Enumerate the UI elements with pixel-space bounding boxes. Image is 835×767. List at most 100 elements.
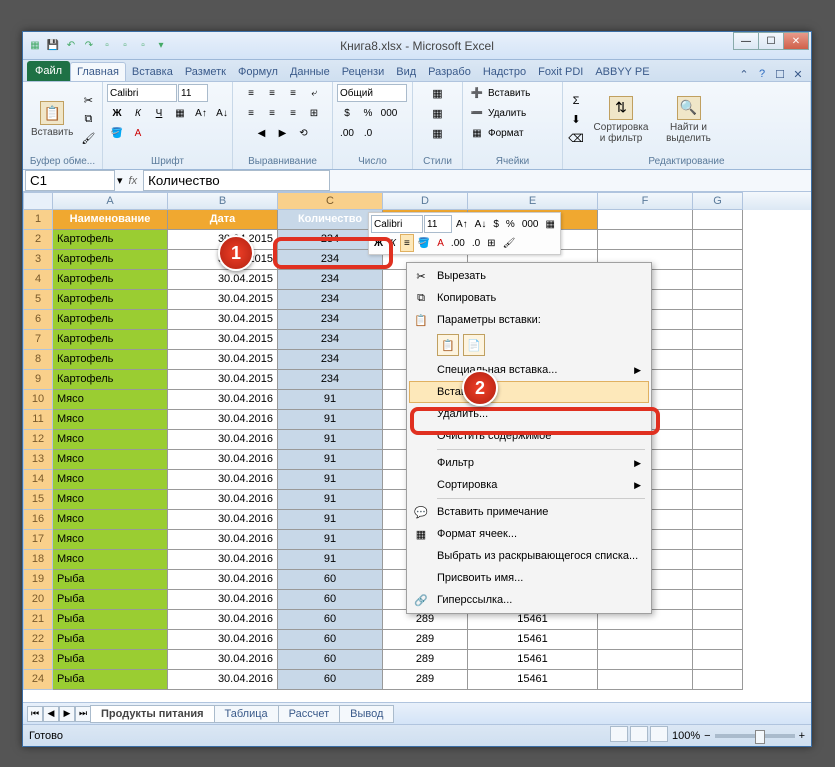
increase-font-icon[interactable]: A↑ xyxy=(191,104,211,122)
cell[interactable]: Мясо xyxy=(53,450,168,470)
row-header[interactable]: 20 xyxy=(23,590,53,610)
cell[interactable]: 30.04.2015 xyxy=(168,350,278,370)
sheet-tab-4[interactable]: Вывод xyxy=(339,705,394,723)
qat-icon[interactable]: ▫ xyxy=(99,38,115,54)
row-header[interactable]: 3 xyxy=(23,250,53,270)
cell[interactable]: 60 xyxy=(278,610,383,630)
zoom-in-icon[interactable]: + xyxy=(799,730,805,742)
comma-icon[interactable]: 000 xyxy=(379,104,399,122)
cell[interactable]: 15461 xyxy=(468,630,598,650)
fill-color-icon[interactable]: 🪣 xyxy=(107,124,127,142)
border-icon[interactable]: ▦ xyxy=(170,104,190,122)
maximize-button[interactable]: ☐ xyxy=(758,32,784,50)
ctx-define-name[interactable]: Присвоить имя... xyxy=(409,567,649,589)
cell[interactable]: 30.04.2016 xyxy=(168,450,278,470)
cell[interactable] xyxy=(693,230,743,250)
number-format-select[interactable] xyxy=(337,84,407,102)
cell[interactable] xyxy=(693,470,743,490)
cell[interactable] xyxy=(693,510,743,530)
fx-icon[interactable]: fx xyxy=(123,175,144,187)
sheet-tab-2[interactable]: Таблица xyxy=(214,705,279,723)
ctx-insert[interactable]: Вставить... xyxy=(409,381,649,403)
row-header[interactable]: 5 xyxy=(23,290,53,310)
cell[interactable]: Картофель xyxy=(53,230,168,250)
cell[interactable]: Мясо xyxy=(53,490,168,510)
font-color-icon[interactable]: A xyxy=(128,124,148,142)
cell[interactable]: 91 xyxy=(278,530,383,550)
cell[interactable]: 30.04.2016 xyxy=(168,550,278,570)
row-header[interactable]: 7 xyxy=(23,330,53,350)
cell[interactable]: 15461 xyxy=(468,650,598,670)
row-header[interactable]: 16 xyxy=(23,510,53,530)
ctx-comment[interactable]: 💬Вставить примечание xyxy=(409,501,649,523)
row-header[interactable]: 24 xyxy=(23,670,53,690)
cell[interactable] xyxy=(693,430,743,450)
format-painter-icon[interactable]: 🖌 xyxy=(79,130,97,148)
col-header-e[interactable]: E xyxy=(468,192,598,210)
cell[interactable]: Мясо xyxy=(53,510,168,530)
cell[interactable]: Рыба xyxy=(53,670,168,690)
cell[interactable]: 234 xyxy=(278,330,383,350)
cell[interactable] xyxy=(693,370,743,390)
cell[interactable] xyxy=(693,670,743,690)
cell[interactable]: 30.04.2015 xyxy=(168,370,278,390)
cell[interactable]: 289 xyxy=(383,630,468,650)
ctx-cut[interactable]: ✂Вырезать xyxy=(409,265,649,287)
cell[interactable]: 30.04.2016 xyxy=(168,630,278,650)
mini-dec-decimal-icon[interactable]: .0 xyxy=(469,234,483,252)
cell[interactable] xyxy=(598,650,693,670)
cell[interactable]: Рыба xyxy=(53,610,168,630)
col-header-d[interactable]: D xyxy=(383,192,468,210)
mini-font-size[interactable] xyxy=(424,215,452,233)
save-icon[interactable]: 💾 xyxy=(45,38,61,54)
cell[interactable] xyxy=(598,630,693,650)
wrap-text-icon[interactable]: ⤶ xyxy=(304,84,324,102)
cell[interactable]: 30.04.2016 xyxy=(168,610,278,630)
restore-workbook-icon[interactable]: ☐ xyxy=(773,67,787,81)
cell[interactable]: 289 xyxy=(383,670,468,690)
font-name-select[interactable] xyxy=(107,84,177,102)
zoom-out-icon[interactable]: − xyxy=(704,730,710,742)
ctx-dropdown-list[interactable]: Выбрать из раскрывающегося списка... xyxy=(409,545,649,567)
minimize-button[interactable]: — xyxy=(733,32,759,50)
ctx-sort[interactable]: Сортировка▶ xyxy=(409,474,649,496)
row-header[interactable]: 23 xyxy=(23,650,53,670)
mini-align-icon[interactable]: ≡ xyxy=(400,234,414,252)
cell[interactable]: Картофель xyxy=(53,310,168,330)
ctx-filter[interactable]: Фильтр▶ xyxy=(409,452,649,474)
cell[interactable]: Мясо xyxy=(53,410,168,430)
cell[interactable]: 91 xyxy=(278,430,383,450)
redo-icon[interactable]: ↷ xyxy=(81,38,97,54)
row-header[interactable]: 17 xyxy=(23,530,53,550)
bold-icon[interactable]: Ж xyxy=(107,104,127,122)
cell[interactable]: Мясо xyxy=(53,530,168,550)
select-all-corner[interactable] xyxy=(23,192,53,210)
cell[interactable]: 30.04.2016 xyxy=(168,590,278,610)
row-header[interactable]: 11 xyxy=(23,410,53,430)
cell[interactable]: 60 xyxy=(278,670,383,690)
sheet-tab-3[interactable]: Рассчет xyxy=(278,705,341,723)
cell[interactable]: 30.04.2016 xyxy=(168,490,278,510)
fill-icon[interactable]: ⬇ xyxy=(567,111,585,129)
cell[interactable]: 60 xyxy=(278,650,383,670)
tab-foxit[interactable]: Foxit PDI xyxy=(532,63,589,81)
row-header[interactable]: 2 xyxy=(23,230,53,250)
qat-icon[interactable]: ▫ xyxy=(135,38,151,54)
cell[interactable]: 30.04.2016 xyxy=(168,570,278,590)
italic-icon[interactable]: К xyxy=(128,104,148,122)
row-header[interactable]: 18 xyxy=(23,550,53,570)
tab-layout[interactable]: Разметк xyxy=(179,63,232,81)
tab-home[interactable]: Главная xyxy=(70,62,126,81)
close-button[interactable]: ✕ xyxy=(783,32,809,50)
mini-grow-font-icon[interactable]: A↑ xyxy=(453,215,471,233)
mini-percent-icon[interactable]: % xyxy=(503,215,518,233)
cell[interactable] xyxy=(598,230,693,250)
cell[interactable]: Мясо xyxy=(53,390,168,410)
cell[interactable]: Рыба xyxy=(53,630,168,650)
cell[interactable]: 91 xyxy=(278,470,383,490)
font-size-select[interactable] xyxy=(178,84,208,102)
cell[interactable] xyxy=(693,590,743,610)
autosum-icon[interactable]: Σ xyxy=(567,92,585,110)
cell[interactable]: 30.04.2016 xyxy=(168,670,278,690)
cell[interactable]: 30.04.2016 xyxy=(168,530,278,550)
